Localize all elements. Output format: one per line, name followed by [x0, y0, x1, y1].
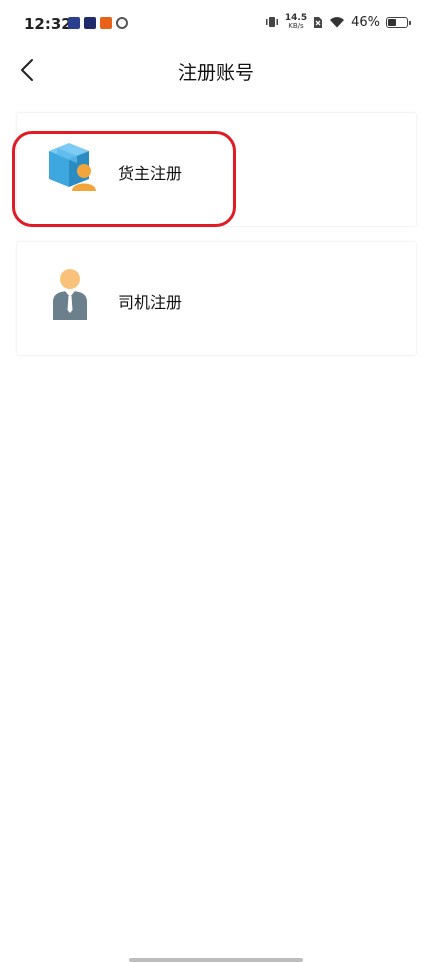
battery-percent: 46%: [351, 14, 380, 30]
status-indicators: 14.5 KB/s 46%: [265, 13, 411, 31]
shipper-register-option[interactable]: 货主注册: [17, 113, 416, 226]
driver-register-option[interactable]: 司机注册: [17, 242, 416, 355]
status-bar: 12:32 14.5 KB/s 46%: [0, 0, 432, 50]
no-sim-icon: [314, 16, 323, 28]
page-title: 注册账号: [177, 62, 254, 84]
driver-person-icon: [53, 269, 87, 320]
shipper-register-label: 货主注册: [118, 164, 183, 183]
shipper-box-person-icon: [49, 143, 96, 191]
video-app-icon: [84, 17, 96, 29]
driver-register-label: 司机注册: [118, 293, 183, 312]
network-speed: 14.5 KB/s: [284, 13, 308, 31]
status-time: 12:32: [24, 15, 72, 33]
notification-icons: [68, 17, 128, 29]
wifi-icon: [330, 17, 345, 28]
sync-app-icon: [116, 17, 128, 29]
app-notification-icon: [68, 17, 80, 29]
battery-level: [388, 18, 396, 26]
battery-icon: [386, 16, 411, 28]
vibrate-icon: [265, 17, 278, 27]
navigation-bar: 注册账号: [0, 48, 432, 92]
home-indicator[interactable]: [129, 958, 303, 962]
network-speed-value: 14.5: [284, 13, 308, 23]
shopping-app-icon: [100, 17, 112, 29]
network-speed-unit: KB/s: [288, 22, 304, 30]
